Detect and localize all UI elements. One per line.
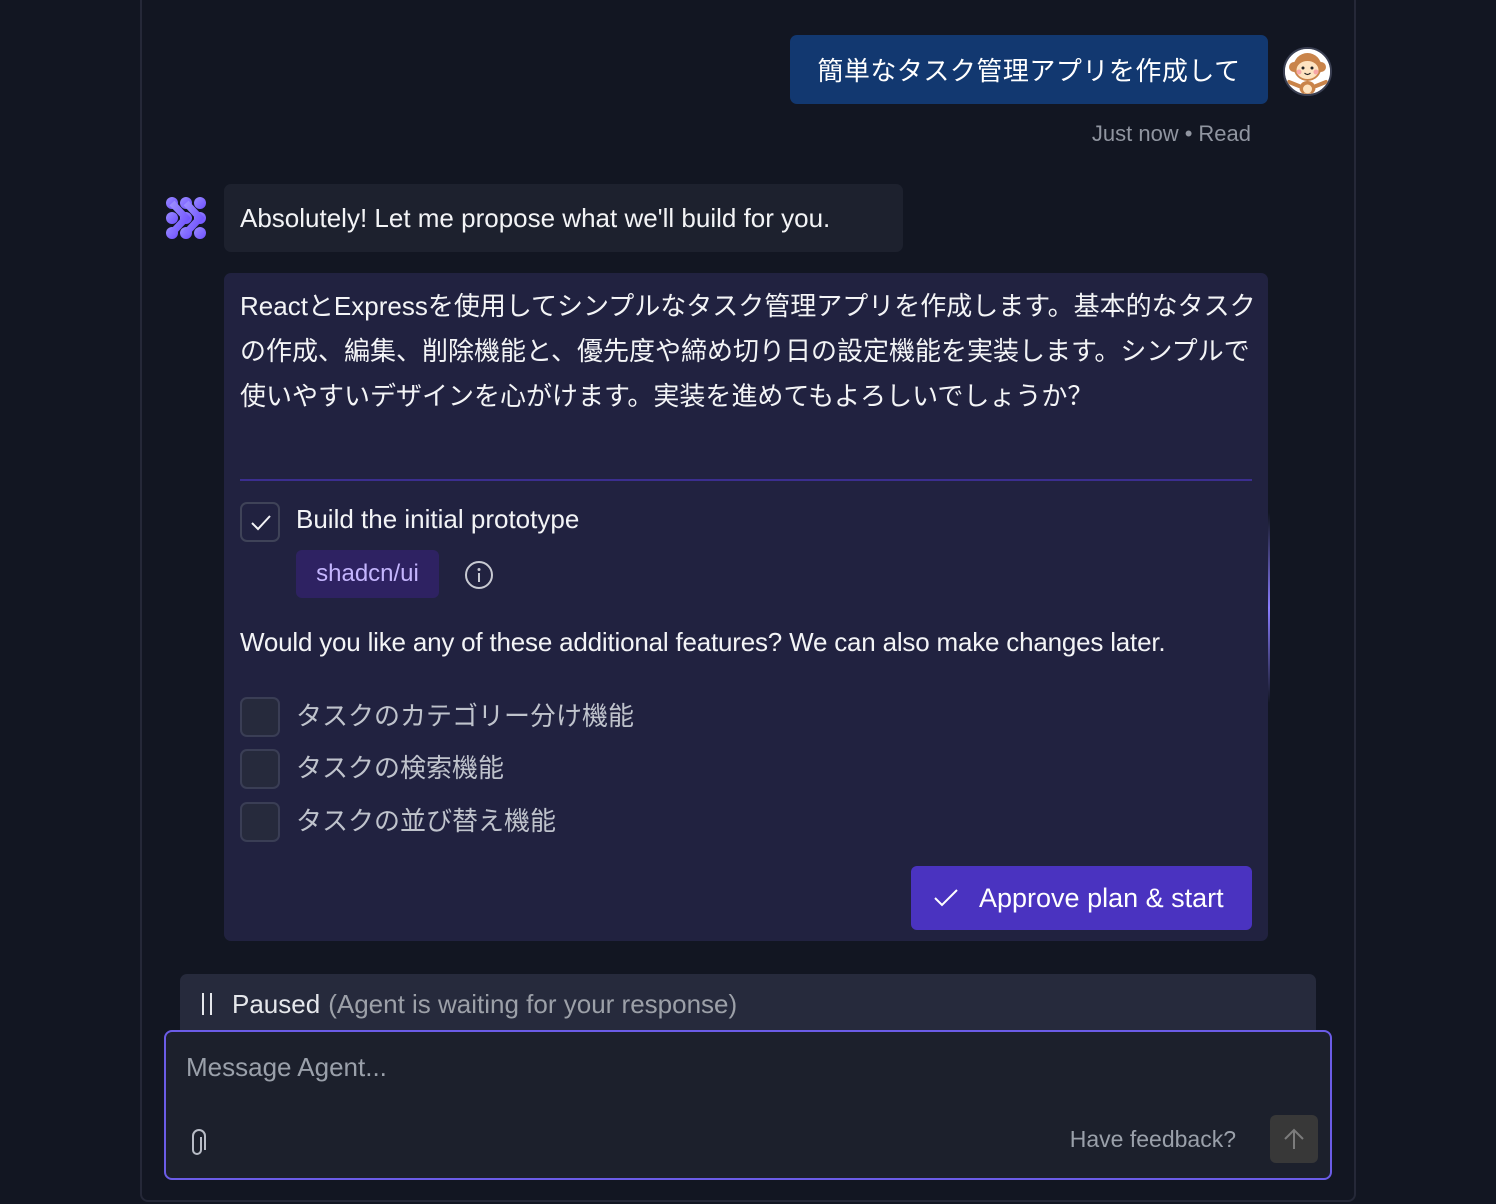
- meta-separator: •: [1184, 121, 1193, 146]
- user-avatar[interactable]: [1283, 47, 1332, 96]
- agent-logo-icon: [166, 197, 206, 239]
- feedback-link[interactable]: Have feedback?: [1070, 1126, 1236, 1153]
- message-meta: Just now • Read: [1092, 121, 1251, 147]
- checkmark-icon: [251, 515, 271, 531]
- checkmark-icon: [934, 889, 958, 907]
- send-button[interactable]: [1270, 1115, 1318, 1163]
- monkey-avatar-icon: [1285, 49, 1330, 94]
- tech-tag: shadcn/ui: [296, 550, 439, 598]
- message-time: Just now: [1091, 121, 1179, 146]
- approve-plan-button[interactable]: Approve plan & start: [911, 866, 1252, 930]
- option-label: タスクのカテゴリー分け機能: [296, 701, 635, 731]
- pause-icon: [202, 993, 212, 1015]
- option-label: タスクの検索機能: [296, 753, 505, 783]
- option-checkbox[interactable]: [240, 749, 280, 789]
- user-message-bubble: 簡単なタスク管理アプリを作成して: [790, 35, 1268, 104]
- plan-divider: [240, 479, 1252, 481]
- message-composer: Have feedback?: [164, 1030, 1332, 1180]
- arrow-up-icon: [1284, 1128, 1304, 1149]
- scroll-indicator: [1268, 513, 1270, 703]
- status-bar: Paused (Agent is waiting for your respon…: [180, 974, 1316, 1034]
- option-checkbox[interactable]: [240, 802, 280, 842]
- features-question: Would you like any of these additional f…: [240, 627, 1166, 657]
- option-checkbox[interactable]: [240, 697, 280, 737]
- prototype-label: Build the initial prototype: [296, 504, 580, 534]
- user-message-text: 簡単なタスク管理アプリを作成して: [817, 56, 1241, 86]
- option-label: タスクの並び替え機能: [296, 806, 557, 836]
- plan-card: ReactとExpressを使用してシンプルなタスク管理アプリを作成します。基本…: [224, 273, 1270, 941]
- message-input[interactable]: [186, 1052, 1186, 1092]
- read-status: Read: [1198, 121, 1251, 146]
- agent-message-bubble: Absolutely! Let me propose what we'll bu…: [224, 184, 903, 252]
- paperclip-icon[interactable]: [188, 1128, 212, 1158]
- agent-message-text: Absolutely! Let me propose what we'll bu…: [240, 202, 831, 233]
- prototype-checkbox[interactable]: [240, 502, 280, 542]
- approve-plan-label: Approve plan & start: [979, 882, 1224, 913]
- plan-description: ReactとExpressを使用してシンプルなタスク管理アプリを作成します。基本…: [240, 291, 1256, 411]
- status-detail: (Agent is waiting for your response): [328, 988, 738, 1019]
- info-icon[interactable]: [464, 560, 494, 590]
- status-label: Paused: [232, 988, 321, 1019]
